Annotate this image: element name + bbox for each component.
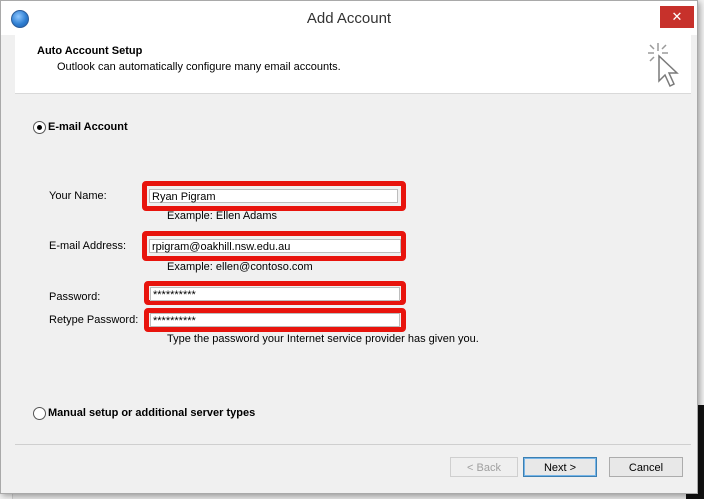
password-field[interactable]: ********** bbox=[150, 287, 400, 301]
header-subtitle: Outlook can automatically configure many… bbox=[57, 61, 341, 73]
add-account-dialog: Add Account ✕ Auto Account Setup Outlook… bbox=[0, 0, 698, 494]
your-name-field[interactable]: Ryan Pigram bbox=[149, 189, 398, 203]
title-bar: Add Account ✕ bbox=[1, 1, 697, 35]
manual-setup-radio[interactable] bbox=[33, 407, 46, 420]
your-name-example: Example: Ellen Adams bbox=[167, 210, 278, 222]
your-name-label: Your Name: bbox=[49, 190, 107, 202]
close-button[interactable]: ✕ bbox=[660, 6, 694, 28]
content-area: E-mail Account Your Name: Ryan Pigram Ex… bbox=[15, 94, 691, 444]
window-title: Add Account bbox=[306, 10, 392, 27]
cursor-sparkle-icon bbox=[648, 43, 679, 88]
password-hint: Type the password your Internet service … bbox=[167, 333, 479, 345]
manual-setup-label: Manual setup or additional server types bbox=[48, 407, 256, 419]
email-account-label: E-mail Account bbox=[48, 121, 128, 133]
footer-divider bbox=[15, 444, 691, 445]
retype-password-field[interactable]: ********** bbox=[150, 313, 400, 327]
email-label: E-mail Address: bbox=[49, 240, 127, 252]
email-example: Example: ellen@contoso.com bbox=[167, 261, 313, 273]
email-account-radio[interactable] bbox=[33, 121, 46, 134]
back-button[interactable]: < Back bbox=[450, 457, 518, 477]
wizard-header: Auto Account Setup Outlook can automatic… bbox=[15, 35, 691, 94]
next-button[interactable]: Next > bbox=[523, 457, 597, 477]
email-field[interactable]: rpigram@oakhill.nsw.edu.au bbox=[149, 239, 401, 253]
password-label: Password: bbox=[49, 291, 101, 303]
retype-password-label: Retype Password: bbox=[49, 314, 139, 326]
header-title: Auto Account Setup bbox=[37, 45, 143, 57]
cancel-button[interactable]: Cancel bbox=[609, 457, 683, 477]
